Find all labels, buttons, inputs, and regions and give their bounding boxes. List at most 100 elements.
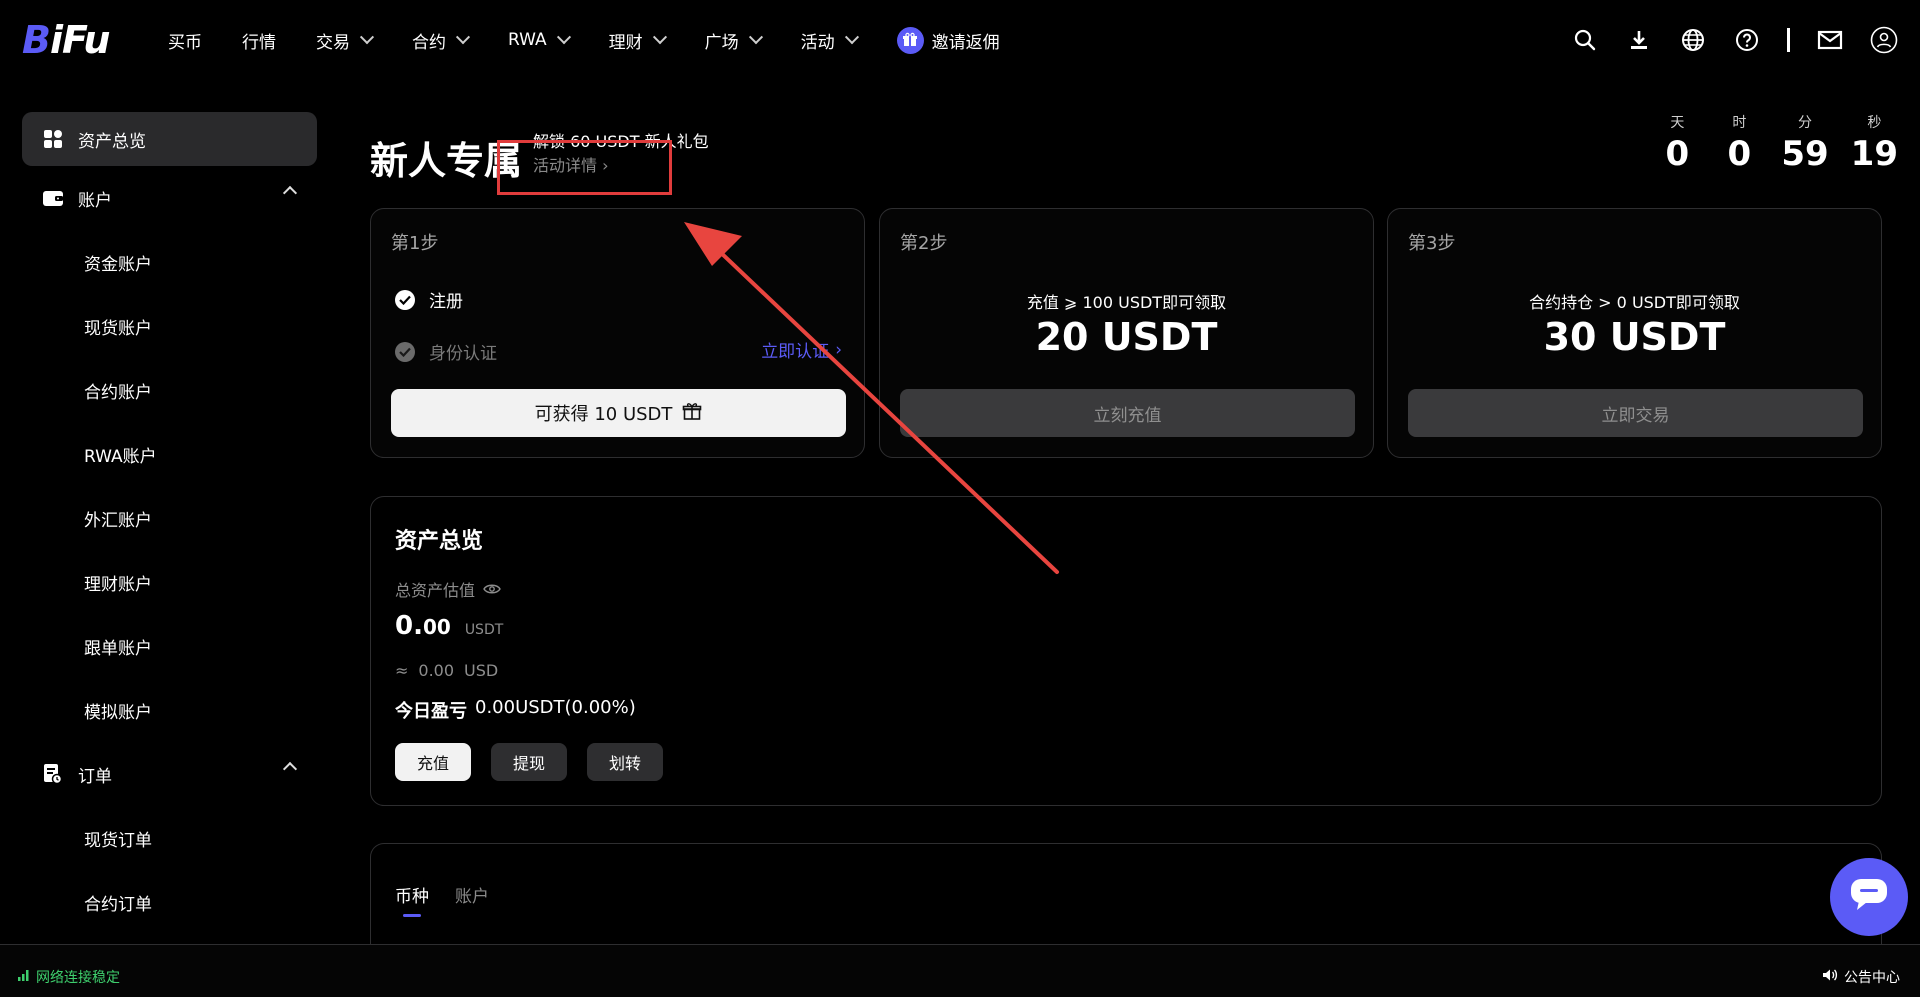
nav-buy-crypto[interactable]: 买币 <box>168 28 202 53</box>
trade-now-button[interactable]: 立即交易 <box>1408 389 1863 437</box>
deposit-now-button[interactable]: 立刻充值 <box>900 389 1355 437</box>
step-card-3: 第3步 合约持仓 > 0 USDT即可领取 30 USDT 立即交易 <box>1387 208 1882 458</box>
tab-account[interactable]: 账户 <box>455 882 489 917</box>
sidebar-item-label: 现货订单 <box>84 830 152 851</box>
usd-value: 0.00 <box>418 661 455 680</box>
asset-amount-dec: 00 <box>422 615 451 639</box>
sidebar-item-label: 现货账户 <box>84 318 152 339</box>
asset-amount: 0.00 <box>395 611 451 641</box>
nav-label: 交易 <box>316 32 350 53</box>
logo-text: iFu <box>49 18 110 62</box>
logo-letter: B <box>22 18 51 62</box>
tab-currency[interactable]: 币种 <box>395 882 429 917</box>
nav-label: 理财 <box>608 32 643 53</box>
announcement-label: 公告中心 <box>1844 970 1900 986</box>
asset-overview-card: 资产总览 总资产估值 0.00 USDT ≈ 0.00 USD 今日盈亏 0.0… <box>370 496 1882 806</box>
countdown-value: 59 <box>1781 134 1829 174</box>
sidebar-group-orders[interactable]: 订单 <box>22 742 317 806</box>
announcement-center-link[interactable]: 公告中心 <box>1822 967 1900 987</box>
claim-10-usdt-button[interactable]: 可获得 10 USDT <box>391 389 846 437</box>
mail-icon[interactable] <box>1816 26 1844 54</box>
task-label: 注册 <box>429 292 463 312</box>
pnl-value: 0.00USDT(0.00%) <box>475 697 636 718</box>
transfer-button[interactable]: 划转 <box>587 743 664 781</box>
chevron-down-icon <box>359 30 375 45</box>
step-reward: 20 USDT <box>1035 315 1218 359</box>
sidebar-item-asset-overview[interactable]: 资产总览 <box>22 112 317 166</box>
usd-equivalent: ≈ 0.00 USD <box>395 661 498 680</box>
invite-label: 邀请返佣 <box>931 32 1000 53</box>
sidebar-item-label: 资金账户 <box>84 254 152 275</box>
sidebar-item-funding-account[interactable]: 资金账户 <box>22 230 317 294</box>
deposit-button[interactable]: 充值 <box>395 743 472 781</box>
top-navbar: BiFu 买币 行情 交易 合约 RWA 理财 广场 活动 邀请返佣 <box>0 0 1920 80</box>
check-circle-icon <box>395 341 415 362</box>
nav-futures[interactable]: 合约 <box>412 28 471 53</box>
sidebar-item-label: 账户 <box>78 190 112 211</box>
sidebar-item-label: 跟单账户 <box>84 638 152 659</box>
step-condition: 合约持仓 > 0 USDT即可领取 <box>1529 293 1740 312</box>
nav-markets[interactable]: 行情 <box>242 28 276 53</box>
step-condition: 充值 ⩾ 100 USDT即可领取 <box>1026 293 1227 312</box>
countdown-label: 天 <box>1670 115 1685 131</box>
sidebar-item-copy-trading-account[interactable]: 跟单账户 <box>22 614 317 678</box>
pnl-label: 今日盈亏 <box>395 701 467 722</box>
sidebar-item-label: 合约账户 <box>84 382 152 403</box>
sidebar-item-futures-orders[interactable]: 合约订单 <box>22 870 317 934</box>
chevron-down-icon <box>844 30 859 45</box>
chevron-up-icon <box>282 185 298 201</box>
sidebar-item-futures-account[interactable]: 合约账户 <box>22 358 317 422</box>
nav-trade[interactable]: 交易 <box>316 28 375 53</box>
label-text: 总资产估值 <box>395 581 476 600</box>
task-identity-verification: 身份认证 <box>395 339 497 364</box>
nav-label: 买币 <box>168 32 202 53</box>
chevron-down-icon <box>652 30 667 45</box>
countdown-label: 时 <box>1732 115 1747 131</box>
button-label: 可获得 10 USDT <box>534 404 673 425</box>
link-label: 立即认证 <box>761 342 830 362</box>
button-label: 立即交易 <box>1601 405 1670 426</box>
verify-now-link[interactable]: 立即认证 › <box>761 337 842 363</box>
main-nav: 买币 行情 交易 合约 RWA 理财 广场 活动 邀请返佣 <box>168 0 1000 80</box>
sidebar-item-forex-account[interactable]: 外汇账户 <box>22 486 317 550</box>
nav-rwa[interactable]: RWA <box>508 30 571 50</box>
sidebar-item-label: 理财账户 <box>84 574 152 595</box>
chevron-right-icon: › <box>835 339 842 360</box>
sidebar-group-account[interactable]: 账户 <box>22 166 317 230</box>
globe-icon[interactable] <box>1679 26 1707 54</box>
section-title: 资产总览 <box>395 529 484 554</box>
today-pnl: 今日盈亏 0.00USDT(0.00%) <box>395 697 636 723</box>
task-label: 身份认证 <box>429 344 497 364</box>
countdown-label: 分 <box>1798 115 1812 131</box>
sidebar-item-label: 外汇账户 <box>84 510 152 531</box>
user-icon[interactable] <box>1870 26 1898 54</box>
chevron-down-icon <box>455 30 471 45</box>
sidebar-item-rwa-account[interactable]: RWA账户 <box>22 422 317 486</box>
nav-label: 广场 <box>704 32 739 53</box>
asset-actions: 充值 提现 划转 <box>395 743 664 781</box>
help-icon[interactable] <box>1733 26 1761 54</box>
sidebar-item-spot-orders[interactable]: 现货订单 <box>22 806 317 870</box>
sidebar-item-spot-account[interactable]: 现货账户 <box>22 294 317 358</box>
nav-activities[interactable]: 活动 <box>801 28 859 53</box>
eye-icon[interactable] <box>483 580 501 599</box>
check-circle-icon <box>395 289 415 310</box>
sidebar-item-demo-account[interactable]: 模拟账户 <box>22 678 317 742</box>
search-icon[interactable] <box>1571 26 1599 54</box>
invite-rebate-link[interactable]: 邀请返佣 <box>896 26 1000 54</box>
sidebar-item-earn-account[interactable]: 理财账户 <box>22 550 317 614</box>
nav-earn[interactable]: 理财 <box>608 28 667 53</box>
approx-symbol: ≈ <box>395 661 409 680</box>
bifu-logo[interactable]: BiFu <box>22 18 168 62</box>
step-reward: 30 USDT <box>1543 315 1726 359</box>
chat-bubble-icon <box>1849 877 1889 917</box>
top-icon-bar <box>1571 0 1898 80</box>
usd-unit: USD <box>464 661 499 680</box>
nav-square[interactable]: 广场 <box>704 28 763 53</box>
download-icon[interactable] <box>1625 26 1653 54</box>
withdraw-button[interactable]: 提现 <box>491 743 568 781</box>
countdown-days: 天0 <box>1657 112 1697 174</box>
total-asset-value: 0.00 USDT <box>395 611 503 641</box>
customer-support-chat-button[interactable] <box>1830 858 1908 936</box>
countdown-hours: 时0 <box>1719 112 1759 174</box>
